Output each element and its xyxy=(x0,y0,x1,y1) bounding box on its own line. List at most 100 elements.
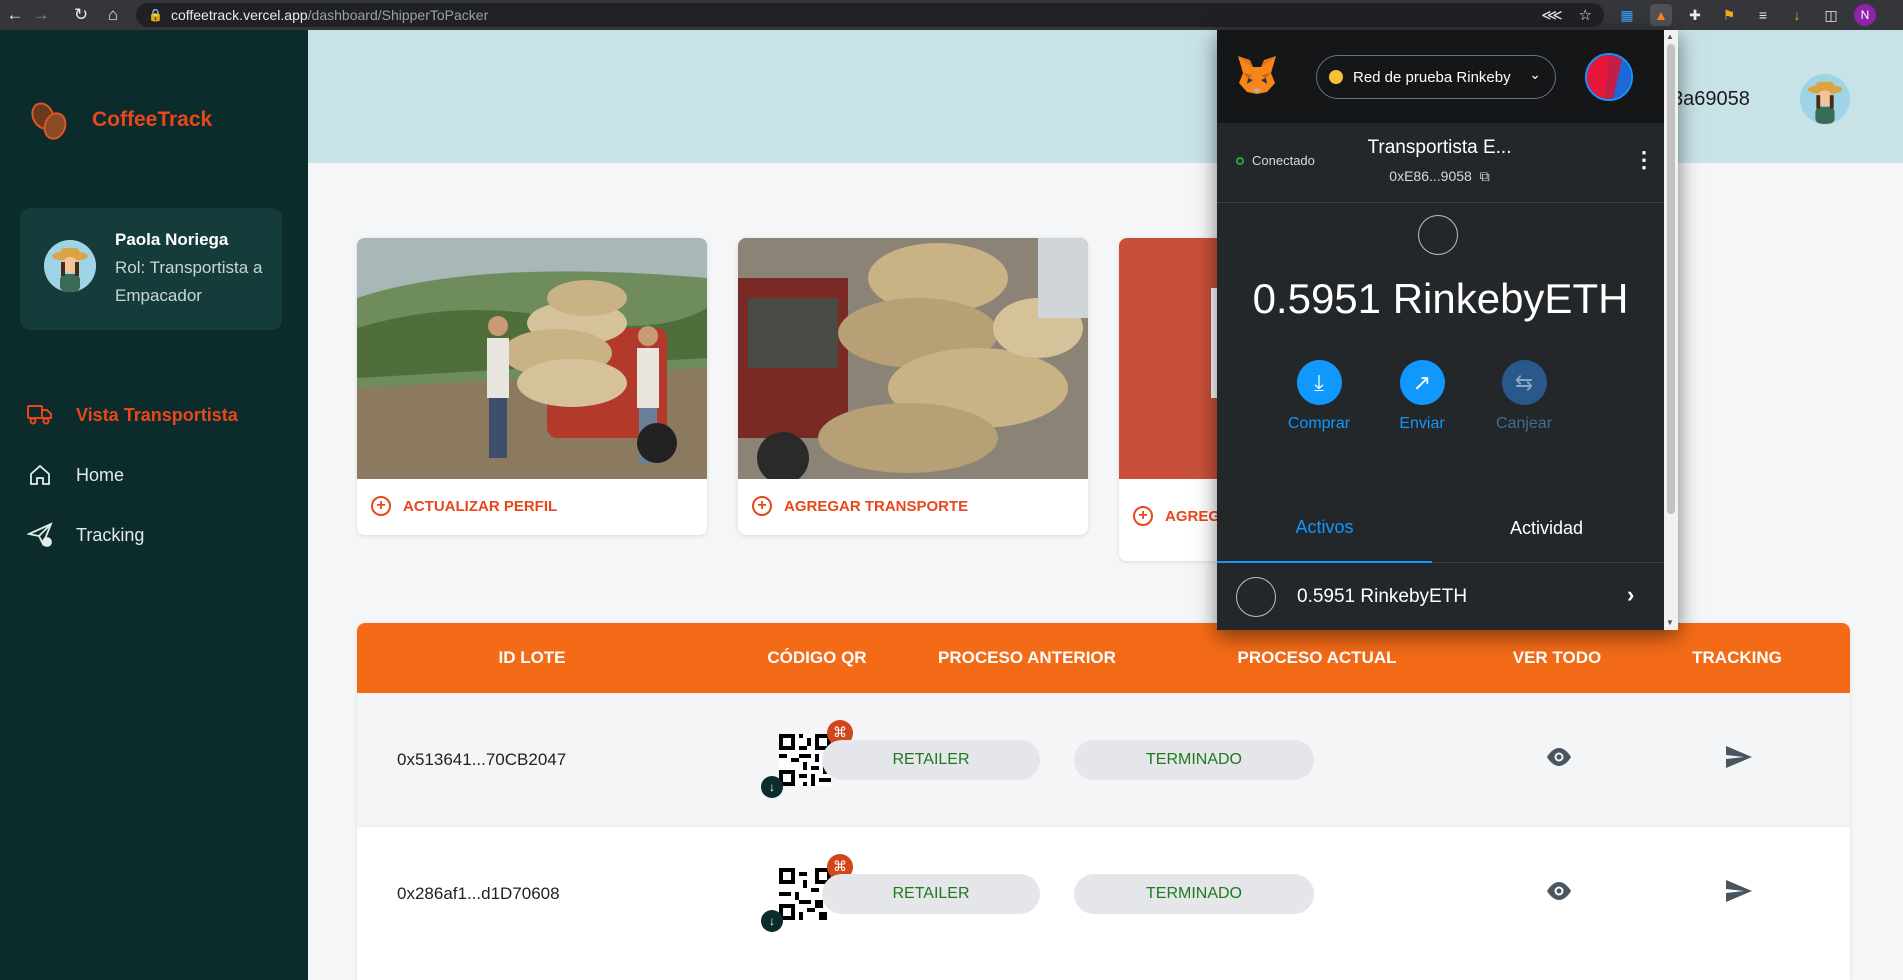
agregar-transporte-button[interactable]: + AGREGAR TRANSPORTE xyxy=(752,496,968,516)
connection-status-label: Conectado xyxy=(1252,153,1315,168)
metamask-popup: Red de prueba Rinkeby ⌄ Conectado Transp… xyxy=(1217,30,1678,630)
download-browser-icon[interactable]: ↓ xyxy=(1786,4,1808,26)
tab-actividad[interactable]: Actividad xyxy=(1439,493,1654,563)
browser-toolbar: ← → ↻ ⌂ 🔒 coffeetrack.vercel.app/dashboa… xyxy=(0,0,1903,30)
network-name: Red de prueba Rinkeby xyxy=(1353,68,1511,86)
col-proceso-actual: PROCESO ACTUAL xyxy=(1237,648,1397,667)
address-bar[interactable]: 🔒 coffeetrack.vercel.app/dashboard/Shipp… xyxy=(136,3,1604,27)
puzzle-extensions-icon[interactable]: ✚ xyxy=(1684,4,1706,26)
card-label: AGREGAR TRANSPORTE xyxy=(784,497,969,515)
card-agregar-transporte[interactable]: + AGREGAR TRANSPORTE xyxy=(738,238,1088,535)
action-label: Comprar xyxy=(1287,415,1351,432)
col-tracking: TRACKING xyxy=(1692,648,1782,667)
account-options-icon[interactable]: ⋮ xyxy=(1633,147,1655,173)
scroll-down-icon[interactable]: ▼ xyxy=(1666,618,1674,627)
canjear-button[interactable]: ⇆ Canjear xyxy=(1479,360,1569,433)
balance: 0.5951 RinkebyETH xyxy=(1252,275,1629,322)
avatar xyxy=(44,240,96,292)
send-check-icon xyxy=(26,521,54,549)
view-cell xyxy=(1545,827,1573,960)
sidebar-item-label: Tracking xyxy=(76,524,145,545)
lab-flask-icon[interactable]: ⚑ xyxy=(1718,4,1740,26)
browser-profile-avatar[interactable]: N xyxy=(1854,4,1876,26)
agregar-third-button[interactable]: + AGREG xyxy=(1133,506,1220,526)
reload-icon[interactable]: ↻ xyxy=(68,0,94,30)
card-label: AGREG xyxy=(1165,507,1221,525)
copy-icon[interactable]: ⧉ xyxy=(1480,168,1490,184)
side-panel-icon[interactable]: ◫ xyxy=(1820,4,1842,26)
metamask-header: Red de prueba Rinkeby ⌄ xyxy=(1217,30,1678,123)
user-avatar[interactable] xyxy=(1800,74,1850,124)
metamask-tabs: Activos Actividad xyxy=(1217,493,1664,563)
sidebar-item-tracking[interactable]: Tracking xyxy=(26,521,144,549)
eye-icon[interactable] xyxy=(1545,747,1573,772)
download-icon: ⤓ xyxy=(1296,360,1342,405)
enviar-button[interactable]: ↗ Enviar xyxy=(1377,360,1467,433)
action-label: Canjear xyxy=(1495,415,1553,432)
popup-scrollbar[interactable]: ▲ ▼ xyxy=(1664,30,1678,630)
swap-icon: ⇆ xyxy=(1501,360,1547,405)
connection-status[interactable]: Conectado xyxy=(1236,153,1315,168)
scroll-up-icon[interactable]: ▲ xyxy=(1666,32,1674,41)
asset-token-icon xyxy=(1236,577,1276,617)
sidebar-item-vista-transportista[interactable]: Vista Transportista xyxy=(26,401,238,429)
back-icon[interactable]: ← xyxy=(2,0,28,30)
brand-logo[interactable]: CoffeeTrack xyxy=(27,98,213,143)
action-label: Enviar xyxy=(1399,415,1445,432)
send-icon[interactable] xyxy=(1725,745,1753,774)
asset-row[interactable]: 0.5951 RinkebyETH › xyxy=(1217,564,1664,630)
qr-download-icon[interactable]: ↓ xyxy=(761,909,783,932)
prev-cell: RETAILER xyxy=(822,693,1040,826)
actualizar-perfil-button[interactable]: + ACTUALIZAR PERFIL xyxy=(371,496,557,516)
sidebar-item-label: Vista Transportista xyxy=(76,404,238,425)
sidebar-item-label: Home xyxy=(76,464,125,485)
account-address[interactable]: 0xE86...9058 ⧉ xyxy=(1337,168,1542,185)
profile-role: Rol: Transportista a Empacador xyxy=(115,258,263,305)
card-label: ACTUALIZAR PERFIL xyxy=(403,497,558,515)
col-proceso-anterior: PROCESO ANTERIOR xyxy=(938,648,1116,667)
profile-card: Paola Noriega Rol: Transportista a Empac… xyxy=(20,208,282,330)
farmers-coffee-photo xyxy=(357,238,707,479)
qr-download-icon[interactable]: ↓ xyxy=(761,775,783,798)
sidebar: CoffeeTrack Paola Noriega Rol: Transport… xyxy=(0,30,308,980)
proceso-anterior-badge: RETAILER xyxy=(822,739,1040,780)
truck-icon xyxy=(26,401,54,429)
sidebar-item-home[interactable]: Home xyxy=(26,461,124,489)
url-host: coffeetrack.vercel.app xyxy=(170,7,308,23)
token-icon xyxy=(1418,215,1458,255)
home-browser-icon[interactable]: ⌂ xyxy=(100,0,126,30)
scrollbar-thumb[interactable] xyxy=(1667,44,1675,514)
forward-icon[interactable]: → xyxy=(28,0,54,30)
add-circle-icon: + xyxy=(1133,506,1153,526)
reading-list-icon[interactable]: ≡ xyxy=(1752,4,1774,26)
wallet-address: 3a69058 xyxy=(1672,88,1750,110)
network-selector[interactable]: Red de prueba Rinkeby ⌄ xyxy=(1316,55,1556,99)
profile-name: Paola Noriega xyxy=(115,230,229,249)
tracking-cell xyxy=(1725,827,1753,960)
eye-icon[interactable] xyxy=(1545,881,1573,906)
send-icon[interactable] xyxy=(1725,879,1753,908)
arrow-up-right-icon: ↗ xyxy=(1399,360,1445,405)
tab-activos[interactable]: Activos xyxy=(1217,493,1432,563)
chevron-down-icon: ⌄ xyxy=(1529,66,1541,82)
coffee-beans-icon xyxy=(27,98,71,143)
network-status-dot xyxy=(1329,70,1343,84)
comprar-button[interactable]: ⤓ Comprar xyxy=(1274,360,1364,433)
connected-dot-icon xyxy=(1236,156,1244,165)
table-header: ID LOTE CÓDIGO QR PROCESO ANTERIOR PROCE… xyxy=(357,623,1850,693)
metamask-fox-icon[interactable] xyxy=(1234,52,1280,98)
add-circle-icon: + xyxy=(752,496,772,516)
asset-amount: 0.5951 RinkebyETH xyxy=(1297,586,1468,607)
col-codigo-qr: CÓDIGO QR xyxy=(767,648,867,667)
proceso-actual-badge: TERMINADO xyxy=(1074,739,1314,780)
extension-icon[interactable]: ▦ xyxy=(1616,4,1638,26)
card-actualizar-perfil[interactable]: + ACTUALIZAR PERFIL xyxy=(357,238,707,535)
share-icon[interactable]: ⋘ xyxy=(1541,6,1562,24)
coffee-truck-photo xyxy=(738,238,1088,479)
home-icon xyxy=(26,461,54,489)
bookmark-star-icon[interactable]: ☆ xyxy=(1579,6,1592,24)
account-identicon[interactable] xyxy=(1585,53,1633,101)
metamask-extension-icon[interactable]: ▲ xyxy=(1650,4,1672,26)
brand-name: CoffeeTrack xyxy=(92,108,213,131)
add-circle-icon: + xyxy=(371,496,391,516)
